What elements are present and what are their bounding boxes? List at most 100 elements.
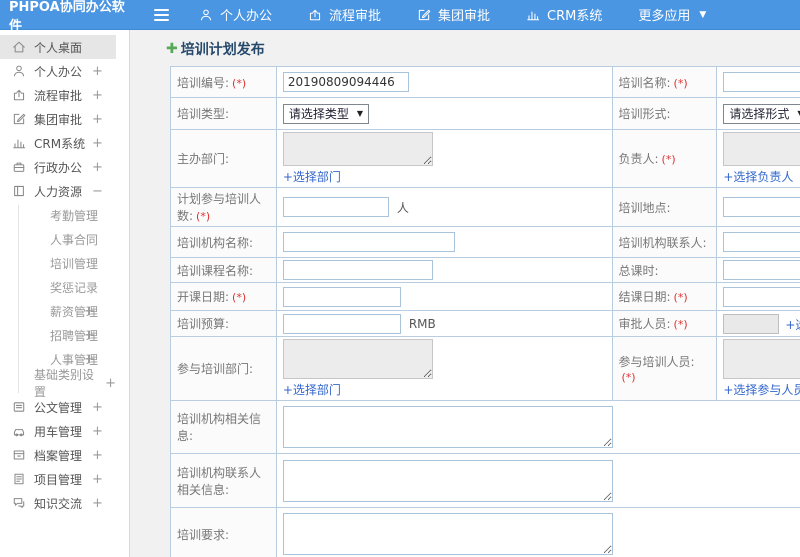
training-name-input[interactable] (723, 72, 800, 92)
required-marker: (*) (621, 371, 636, 384)
participating-departments-textarea[interactable] (282, 339, 433, 379)
project-icon (12, 472, 26, 486)
upload-icon (12, 88, 26, 102)
briefcase-icon (12, 160, 26, 174)
expand-icon[interactable]: + (92, 112, 103, 127)
nav-workflow-approval[interactable]: 流程审批 (308, 5, 381, 24)
expand-icon[interactable]: + (84, 304, 95, 319)
expand-icon[interactable]: + (92, 88, 103, 103)
sidebar-item-salary-management[interactable]: 薪资管理 + (0, 299, 116, 323)
required-marker: (*) (673, 291, 688, 304)
field-label: 主办部门: (177, 152, 230, 166)
org-info-textarea[interactable] (282, 406, 613, 448)
field-label: 培训预算: (177, 317, 230, 331)
sidebar-item-group-approval[interactable]: 集团审批 + (0, 107, 116, 131)
start-date-input[interactable] (282, 286, 401, 307)
sidebar-item-basic-category-settings[interactable]: 基础类别设置 + (0, 368, 116, 399)
collapse-icon[interactable]: − (92, 184, 103, 199)
expand-icon[interactable]: + (92, 424, 103, 439)
select-approver-link[interactable]: +选择审批人员 (785, 316, 800, 333)
sidebar-item-document-management[interactable]: 公文管理 + (0, 395, 116, 419)
field-label: 培训名称: (618, 75, 671, 90)
expand-icon[interactable]: + (92, 472, 103, 487)
sidebar-item-workflow-approval[interactable]: 流程审批 + (0, 83, 116, 107)
expand-icon[interactable]: + (92, 160, 103, 175)
participants-textarea[interactable] (723, 339, 800, 379)
field-label: 培训课程名称: (177, 263, 254, 278)
sidebar-item-attendance-management[interactable]: 考勤管理 (0, 203, 116, 227)
sidebar-item-admin-office[interactable]: 行政办公 + (0, 155, 116, 179)
field-label: 培训机构名称: (177, 235, 254, 250)
page-title: ✚ 培训计划发布 (166, 41, 265, 58)
nav-personal-office[interactable]: 个人办公 (199, 5, 272, 24)
sidebar-item-crm-system[interactable]: CRM系统 + (0, 131, 116, 155)
car-icon (12, 424, 26, 438)
home-icon (12, 40, 26, 54)
leader-textarea[interactable] (723, 132, 800, 166)
expand-icon[interactable]: + (92, 400, 103, 415)
expand-icon[interactable]: + (92, 64, 103, 79)
sidebar-item-vehicle-management[interactable]: 用车管理 + (0, 419, 116, 443)
total-hours-input[interactable] (723, 260, 800, 280)
budget-input[interactable] (282, 313, 401, 334)
training-requirements-textarea[interactable] (282, 513, 613, 555)
nav-group-approval[interactable]: 集团审批 (417, 5, 490, 24)
plus-icon: ✚ (166, 41, 178, 57)
main-content: ✚ 培训计划发布 培训编号:(*) 培训名称:(*) 培训类型: 请选择类型▼ … (130, 30, 800, 557)
training-type-select[interactable]: 请选择类型 ▼ (282, 103, 369, 124)
select-leader-link[interactable]: +选择负责人 (723, 168, 793, 185)
approver-input[interactable] (723, 313, 780, 334)
field-label: 负责人: (618, 152, 659, 166)
end-date-input[interactable] (723, 286, 800, 307)
sidebar-item-archive-management[interactable]: 档案管理 + (0, 443, 116, 467)
org-contact-input[interactable] (723, 232, 800, 252)
course-name-input[interactable] (282, 260, 433, 280)
sidebar-item-personal-office[interactable]: 个人办公 + (0, 59, 116, 83)
field-label: 审批人员: (618, 317, 671, 331)
field-label: 开课日期: (177, 290, 230, 304)
expand-icon[interactable]: + (92, 496, 103, 511)
select-participants-link[interactable]: +选择参与人员 (723, 381, 800, 398)
app-logo: PHPOA协同办公软件 (9, 0, 125, 34)
user-icon (199, 8, 213, 22)
org-contact-info-textarea[interactable] (282, 459, 613, 502)
sidebar-item-training-management[interactable]: 培训管理 (0, 251, 116, 275)
top-header: PHPOA协同办公软件 个人办公 流程审批 集团审批 CRM系统 更多应用 ▼ (0, 0, 800, 34)
sidebar-item-hr-contract[interactable]: 人事合同 (0, 227, 116, 251)
field-label: 总课时: (618, 263, 659, 278)
training-location-input[interactable] (723, 197, 800, 217)
caret-down-icon: ▼ (699, 9, 707, 20)
sidebar-item-recruitment-management[interactable]: 招聘管理 + (0, 323, 116, 347)
hamburger-menu-icon[interactable] (154, 6, 169, 24)
host-department-textarea[interactable] (282, 132, 433, 166)
training-number-input[interactable] (282, 72, 409, 92)
expand-icon[interactable]: + (92, 448, 103, 463)
unit-suffix: 人 (396, 200, 409, 215)
select-department-link[interactable]: +选择部门 (283, 168, 341, 185)
expand-icon[interactable]: + (105, 376, 116, 391)
user-icon (12, 64, 26, 78)
nav-crm-system[interactable]: CRM系统 (526, 5, 602, 24)
sidebar-item-reward-punishment[interactable]: 奖惩记录 (0, 275, 116, 299)
sidebar: 个人桌面 个人办公 + 流程审批 + 集团审批 + CRM系统 + 行政办公 +… (0, 30, 130, 557)
required-marker: (*) (673, 76, 688, 90)
expand-icon[interactable]: + (84, 352, 95, 367)
expand-icon[interactable]: + (84, 328, 95, 343)
expand-icon[interactable]: + (92, 136, 103, 151)
sidebar-item-human-resources[interactable]: 人力资源 − (0, 179, 116, 203)
caret-down-icon: ▼ (356, 109, 363, 118)
sidebar-item-knowledge-exchange[interactable]: 知识交流 + (0, 491, 116, 515)
nav-more-apps[interactable]: 更多应用 ▼ (638, 5, 706, 24)
org-name-input[interactable] (282, 232, 455, 252)
field-label: 培训机构联系人: (618, 235, 707, 250)
required-marker: (*) (673, 318, 688, 331)
field-label: 培训要求: (177, 527, 230, 542)
planned-participants-input[interactable] (282, 197, 389, 217)
field-label: 培训形式: (618, 107, 671, 121)
sidebar-item-project-management[interactable]: 项目管理 + (0, 467, 116, 491)
select-department-link[interactable]: +选择部门 (283, 381, 341, 398)
training-form-select[interactable]: 请选择形式▼ (723, 103, 800, 124)
sidebar-item-personal-desktop[interactable]: 个人桌面 (0, 35, 116, 59)
top-navigation: 个人办公 流程审批 集团审批 CRM系统 更多应用 ▼ (199, 5, 706, 24)
field-label: 培训编号: (177, 75, 230, 90)
